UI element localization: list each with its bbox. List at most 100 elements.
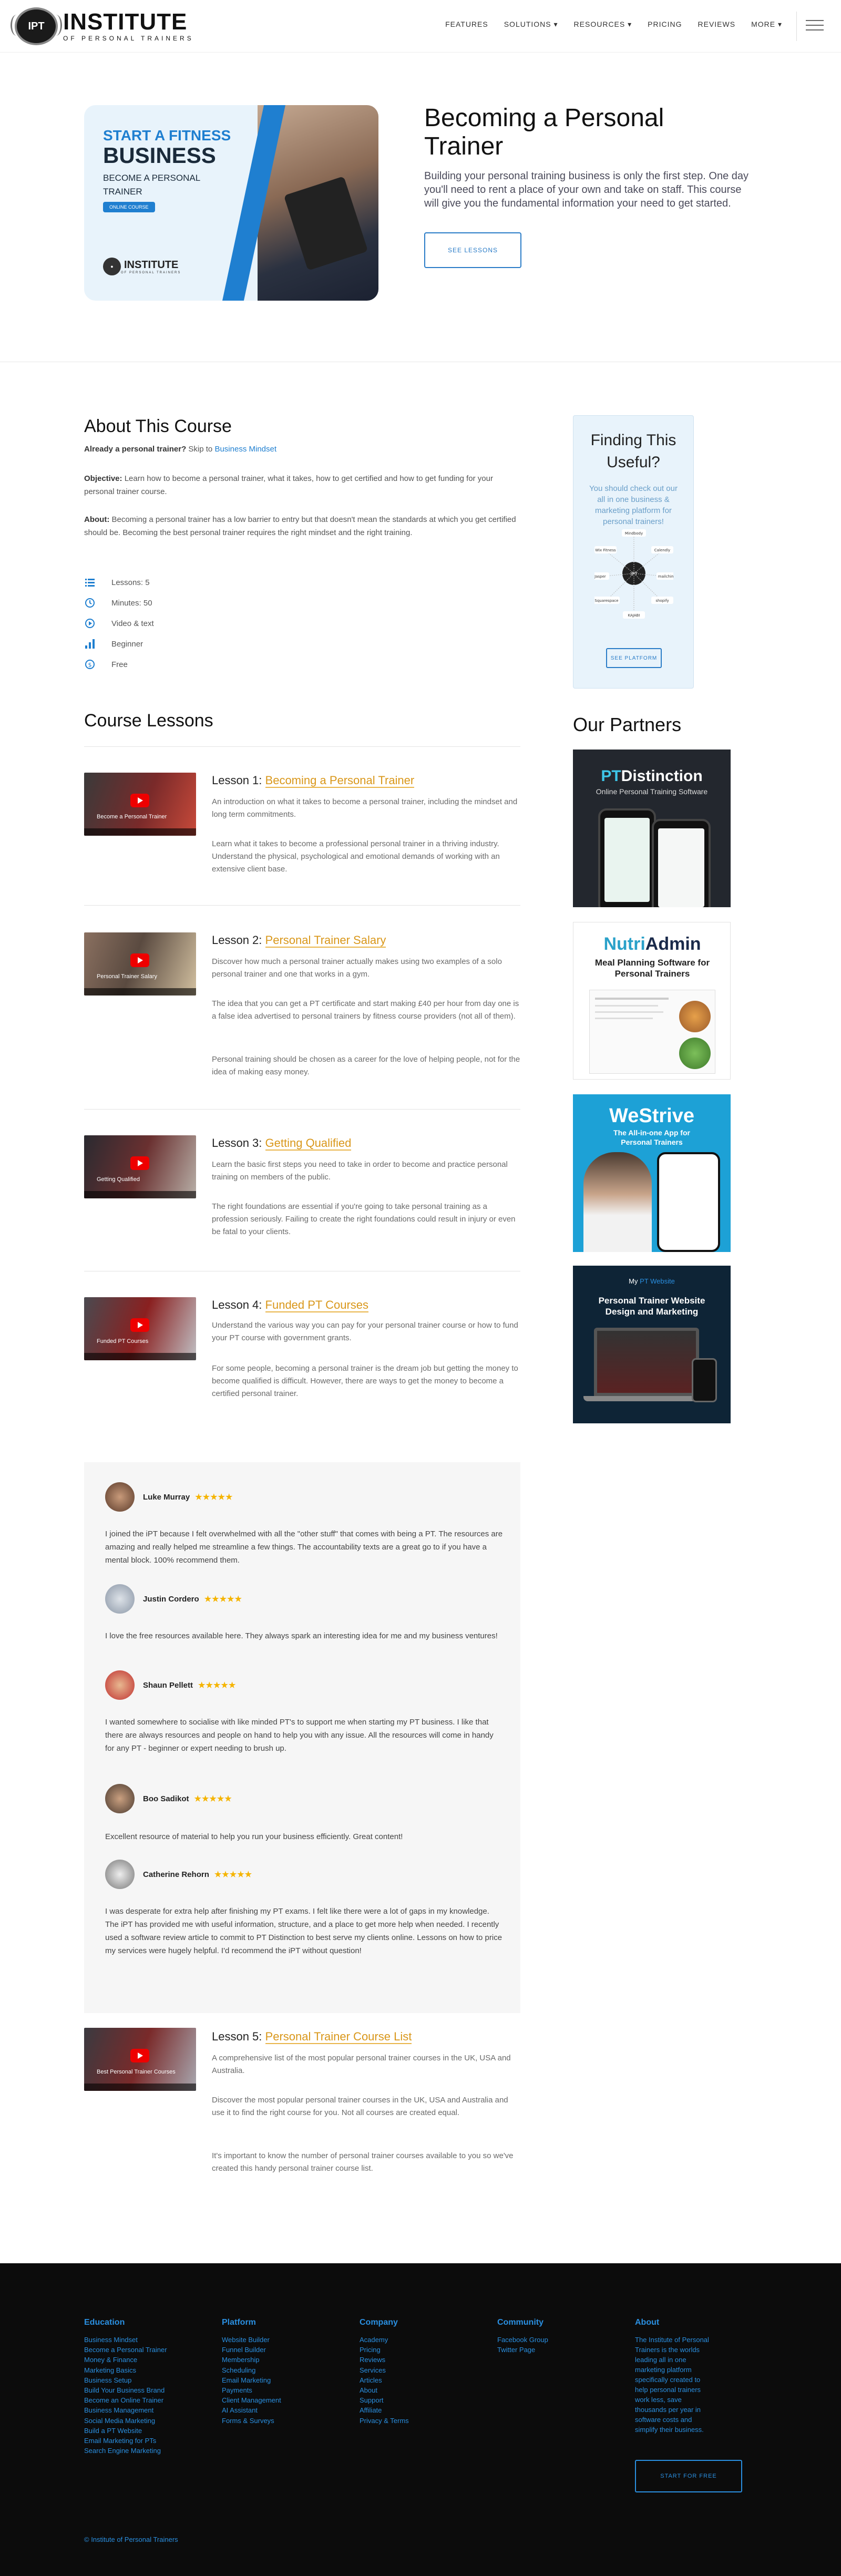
lesson-divider [84, 905, 520, 906]
lesson-1-title: Lesson 1: Becoming a Personal Trainer [212, 774, 415, 788]
partner-ptdistinction[interactable]: PTDistinction Online Personal Training S… [573, 750, 731, 907]
feature-price: $ Free [84, 659, 128, 670]
site-header: IPT INSTITUTE OF PERSONAL TRAINERS FEATU… [0, 0, 841, 53]
meal-plan-mockup [589, 990, 715, 1074]
card-line3: BECOME A PERSONAL TRAINER [103, 173, 200, 197]
lesson-2-thumbnail[interactable]: Personal Trainer Salary [84, 932, 196, 995]
about-label: About: [84, 515, 110, 524]
footer-link[interactable]: Marketing Basics [84, 2365, 167, 2375]
partner-westrive[interactable]: WeStrive The All-in-one App for Personal… [573, 1094, 731, 1252]
footer-link[interactable]: Build a PT Website [84, 2426, 167, 2436]
card-logo: ● INSTITUTE OF PERSONAL TRAINERS [103, 258, 181, 275]
thumbnail-caption: Best Personal Trainer Courses [97, 2069, 176, 2075]
already-trainer-line: Already a personal trainer? Skip to Busi… [84, 443, 520, 456]
footer-link[interactable]: Privacy & Terms [360, 2416, 409, 2426]
diagram-label: mailchimp [658, 574, 673, 579]
footer-link[interactable]: Money & Finance [84, 2355, 167, 2365]
footer-link[interactable]: Social Media Marketing [84, 2416, 167, 2426]
footer-link[interactable]: Business Setup [84, 2375, 167, 2385]
footer-link[interactable]: Client Management [222, 2395, 281, 2405]
footer-link[interactable]: Become a Personal Trainer [84, 2345, 167, 2355]
footer-link[interactable]: About [360, 2385, 409, 2395]
nav-features[interactable]: FEATURES [445, 20, 488, 29]
footer-link[interactable]: AI Assistant [222, 2405, 281, 2415]
footer-link[interactable]: Website Builder [222, 2335, 281, 2345]
footer-link[interactable]: Email Marketing [222, 2375, 281, 2385]
lesson-4-detail: For some people, becoming a personal tra… [212, 1364, 518, 1398]
partner-name-b: Admin [645, 934, 701, 954]
lesson-1-thumbnail[interactable]: Become a Personal Trainer [84, 773, 196, 836]
phone-mockup [652, 819, 711, 907]
svg-text:$: $ [88, 662, 92, 669]
footer-link[interactable]: Facebook Group [497, 2335, 548, 2345]
footer-link[interactable]: Reviews [360, 2355, 409, 2365]
footer-link[interactable]: Scheduling [222, 2365, 281, 2375]
partner-subtitle: Online Personal Training Software [596, 787, 708, 796]
testimonial-author: Luke Murray ★★★★★ [105, 1482, 233, 1512]
phone-mockup [657, 1152, 720, 1252]
footer-link[interactable]: Search Engine Marketing [84, 2446, 167, 2456]
footer-link[interactable]: Funnel Builder [222, 2345, 281, 2355]
thumbnail-caption: Become a Personal Trainer [97, 814, 167, 820]
lesson-1-link[interactable]: Becoming a Personal Trainer [265, 774, 415, 788]
lesson-4-thumbnail[interactable]: Funded PT Courses [84, 1297, 196, 1360]
partner-nutriadmin[interactable]: NutriAdmin Meal Planning Software for Pe… [573, 922, 731, 1080]
avatar [105, 1860, 135, 1889]
about-title: About This Course [84, 416, 232, 436]
thumbnail-caption: Getting Qualified [97, 1176, 140, 1183]
nav-solutions[interactable]: SOLUTIONS ▾ [504, 20, 558, 29]
footer-link[interactable]: Forms & Surveys [222, 2416, 281, 2426]
lesson-2-link[interactable]: Personal Trainer Salary [265, 933, 386, 948]
copyright: © Institute of Personal Trainers [84, 2536, 178, 2543]
footer-link[interactable]: Build Your Business Brand [84, 2385, 167, 2395]
nav-more[interactable]: MORE ▾ [751, 20, 782, 29]
partner-subtitle: The All-in-one App for Personal Trainers [613, 1128, 690, 1146]
nav-reviews[interactable]: REVIEWS [698, 20, 736, 29]
partner-mypt[interactable]: My PT Website Personal Trainer Website D… [573, 1266, 731, 1423]
testimonial-text: I was desperate for extra help after fin… [105, 1907, 502, 1955]
feature-video-label: Video & text [111, 619, 154, 628]
clock-icon [84, 597, 96, 609]
lesson-4-link[interactable]: Funded PT Courses [265, 1298, 369, 1312]
lesson-3-link[interactable]: Getting Qualified [265, 1136, 352, 1151]
author-name: Luke Murray [143, 1492, 190, 1502]
lesson-5-thumbnail[interactable]: Best Personal Trainer Courses [84, 2028, 196, 2091]
see-platform-button[interactable]: SEE PLATFORM [606, 648, 662, 668]
lesson-3-thumbnail[interactable]: Getting Qualified [84, 1135, 196, 1198]
woman-photo [583, 1152, 652, 1252]
business-mindset-link[interactable]: Business Mindset [214, 445, 276, 454]
footer-link[interactable]: Become an Online Trainer [84, 2395, 167, 2405]
footer-column-education: Education Business Mindset Become a Pers… [84, 2318, 167, 2456]
footer-link[interactable]: Academy [360, 2335, 409, 2345]
footer-link[interactable]: Payments [222, 2385, 281, 2395]
footer-link[interactable]: Pricing [360, 2345, 409, 2355]
footer-link[interactable]: Affiliate [360, 2405, 409, 2415]
site-logo[interactable]: IPT INSTITUTE OF PERSONAL TRAINERS [11, 7, 194, 45]
footer-link[interactable]: Business Mindset [84, 2335, 167, 2345]
logo-main-text: INSTITUTE [63, 9, 188, 35]
footer-column-title: Platform [222, 2318, 256, 2327]
promo-text: You should check out our all in one busi… [589, 484, 678, 526]
star-rating-icon: ★★★★★ [195, 1493, 233, 1502]
footer-link[interactable]: Services [360, 2365, 409, 2375]
laptop-base [583, 1396, 710, 1401]
footer-link[interactable]: Twitter Page [497, 2345, 548, 2355]
see-lessons-button[interactable]: SEE LESSONS [424, 232, 521, 268]
nav-resources[interactable]: RESOURCES ▾ [574, 20, 632, 29]
footer-link[interactable]: Business Management [84, 2405, 167, 2415]
level-bars-icon [84, 638, 96, 650]
footer-link[interactable]: Articles [360, 2375, 409, 2385]
feature-minutes: Minutes: 50 [84, 597, 152, 609]
footer-link[interactable]: Email Marketing for PTs [84, 2436, 167, 2446]
nav-pricing[interactable]: PRICING [648, 20, 682, 29]
footer-link[interactable]: Membership [222, 2355, 281, 2365]
hamburger-menu-icon[interactable] [806, 20, 824, 32]
start-for-free-button[interactable]: START FOR FREE [635, 2460, 742, 2492]
logo-sub-text: OF PERSONAL TRAINERS [63, 35, 194, 42]
lesson-5-link[interactable]: Personal Trainer Course List [265, 2030, 412, 2044]
partner-name-b: Strive [639, 1105, 694, 1127]
star-rating-icon: ★★★★★ [204, 1595, 242, 1604]
lesson-3-title: Lesson 3: Getting Qualified [212, 1136, 352, 1151]
feature-level: Beginner [84, 638, 143, 650]
footer-link[interactable]: Support [360, 2395, 409, 2405]
